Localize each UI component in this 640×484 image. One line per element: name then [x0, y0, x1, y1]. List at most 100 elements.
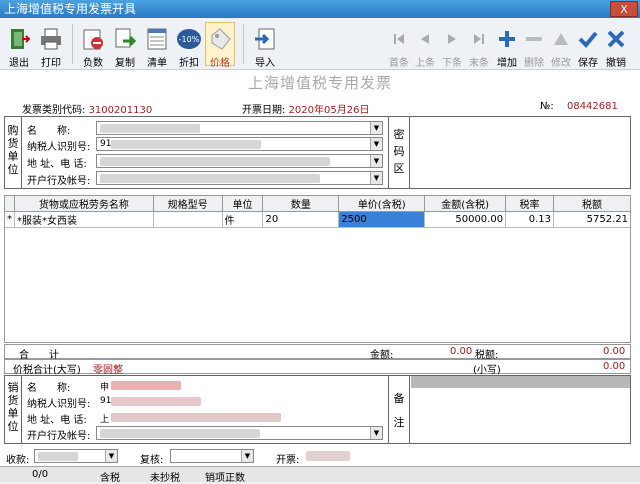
seller-bank-label: 开户行及帐号: — [27, 431, 91, 442]
date-label: 开票日期: — [242, 105, 286, 116]
cancel-button[interactable]: 撤销 — [601, 26, 631, 69]
last-record-icon — [464, 26, 494, 52]
seller-name-label: 名 称: — [27, 383, 71, 394]
seller-taxid-field: 91 — [96, 394, 383, 408]
discount-icon: -10% — [174, 26, 204, 52]
price-tag-icon — [206, 26, 234, 52]
import-icon — [250, 26, 280, 52]
payee-select[interactable]: ▼ — [34, 449, 118, 463]
seller-side-cell: 销货单位 — [4, 375, 22, 444]
seller-taxid-label: 纳税人识别号: — [27, 399, 91, 410]
window-title: 上海增值税专用发票开具 — [4, 2, 137, 16]
add-button[interactable]: 增加 — [492, 26, 522, 69]
dropdown-arrow-icon[interactable]: ▼ — [370, 172, 382, 184]
exit-door-icon — [4, 26, 34, 52]
total-row: 合 计 金额: 0.00 税额: 0.00 — [4, 344, 631, 361]
total-in-words-row: 价税合计(大写) 零圆整 (小写) 0.00 — [4, 359, 631, 376]
seller-addr-field: 上 — [96, 410, 383, 425]
dropdown-arrow-icon[interactable]: ▼ — [241, 450, 253, 462]
small-label: (小写) — [473, 365, 501, 376]
total-tax-value: 0.00 — [603, 346, 626, 357]
reviewer-select[interactable]: ▼ — [170, 449, 254, 463]
seller-name-field: 申 — [96, 378, 383, 393]
dropdown-arrow-icon[interactable]: ▼ — [105, 450, 117, 462]
status-count: 0/0 — [32, 469, 49, 480]
seller-addr-label: 地 址、电 话: — [27, 415, 87, 426]
remarks-label-cell: 备注 — [388, 375, 410, 444]
remarks-label: 备注 — [393, 392, 405, 429]
list-button[interactable]: 清单 — [142, 26, 172, 69]
modify-button[interactable]: 修改 — [546, 26, 576, 69]
price-button[interactable]: 价格 — [205, 22, 235, 69]
small-value: 0.00 — [603, 361, 626, 372]
exit-button[interactable]: 退出 — [4, 26, 34, 69]
title-bar: 上海增值税专用发票开具 X — [0, 0, 640, 18]
invoice-title: 上海增值税专用发票 — [247, 74, 392, 92]
dropdown-arrow-icon[interactable]: ▼ — [370, 155, 382, 167]
minus-icon — [519, 26, 549, 52]
remarks-textarea[interactable] — [411, 388, 630, 443]
date-value: 2020年05月26日 — [288, 105, 370, 116]
total-amount-value: 0.00 — [450, 346, 473, 357]
in-words-value: 零圆整 — [93, 365, 123, 376]
reviewer-label: 复核: — [140, 455, 164, 466]
seller-side-label: 销货单位 — [7, 381, 19, 433]
buyer-name-label: 名 称: — [27, 126, 71, 137]
dropdown-arrow-icon[interactable]: ▼ — [370, 427, 382, 439]
invoice-no-row: №: 08442681 — [540, 101, 618, 112]
printer-icon — [36, 26, 66, 52]
svg-text:-10%: -10% — [179, 35, 200, 44]
print-button[interactable]: 打印 — [36, 26, 66, 69]
next-button[interactable]: 下条 — [437, 26, 467, 69]
drawer-value-redacted — [306, 451, 350, 461]
buyer-bank-label: 开户行及帐号: — [27, 176, 91, 187]
type-code-row: 发票类别代码: 3100201130 — [22, 101, 152, 116]
toolbar: 退出 打印 负数 复制 清单 -10% 折扣 价格 导入 首条 上条 下条 末条… — [0, 18, 640, 70]
date-row: 开票日期: 2020年05月26日 — [242, 101, 369, 116]
buyer-bank-input[interactable]: ▼ — [96, 171, 383, 185]
modify-triangle-icon — [546, 26, 576, 52]
import-button[interactable]: 导入 — [250, 26, 280, 69]
close-button[interactable]: X — [610, 1, 638, 17]
buyer-addr-input[interactable]: ▼ — [96, 154, 383, 168]
buyer-taxid-input[interactable]: 91 ▼ — [96, 137, 383, 151]
code-area-label-cell: 密码区 — [388, 116, 410, 189]
drawer-label: 开票: — [276, 455, 300, 466]
seller-bank-input[interactable]: ▼ — [96, 426, 383, 440]
list-table-icon — [142, 26, 172, 52]
copy-icon — [110, 26, 140, 52]
next-record-icon — [437, 26, 467, 52]
status-bar: 0/0 含税 未抄税 销项正数 — [0, 466, 640, 484]
prev-record-icon — [410, 26, 440, 52]
negative-button[interactable]: 负数 — [78, 26, 108, 69]
prev-button[interactable]: 上条 — [410, 26, 440, 69]
buyer-addr-label: 地 址、电 话: — [27, 159, 87, 170]
checkmark-icon — [573, 26, 603, 52]
buyer-side-cell: 购货单位 — [4, 116, 22, 189]
save-button[interactable]: 保存 — [573, 26, 603, 69]
buyer-taxid-label: 纳税人识别号: — [27, 142, 91, 153]
dropdown-arrow-icon[interactable]: ▼ — [370, 138, 382, 150]
type-code-value: 3100201130 — [88, 105, 153, 116]
invoice-no-value: 08442681 — [566, 101, 618, 112]
code-area-label: 密码区 — [393, 128, 405, 175]
negative-invoice-icon — [78, 26, 108, 52]
plus-icon — [492, 26, 522, 52]
remarks-header-bar — [411, 376, 630, 388]
in-words-label: 价税合计(大写) — [13, 365, 81, 376]
payee-label: 收款: — [6, 455, 30, 466]
dropdown-arrow-icon[interactable]: ▼ — [370, 122, 382, 134]
last-button[interactable]: 末条 — [464, 26, 494, 69]
cross-icon — [601, 26, 631, 52]
invoice-form: 上海增值税专用发票 发票类别代码: 3100201130 开票日期: 2020年… — [0, 70, 640, 482]
invoice-no-label: №: — [540, 101, 554, 112]
toolbar-separator — [72, 24, 73, 64]
copy-button[interactable]: 复制 — [110, 26, 140, 69]
items-area-frame — [4, 195, 631, 343]
type-code-label: 发票类别代码: — [22, 105, 86, 116]
toolbar-separator — [243, 24, 244, 64]
buyer-name-input[interactable]: ▼ — [96, 121, 383, 135]
delete-button[interactable]: 删除 — [519, 26, 549, 69]
discount-button[interactable]: -10% 折扣 — [174, 26, 204, 69]
buyer-side-label: 购货单位 — [7, 124, 19, 176]
